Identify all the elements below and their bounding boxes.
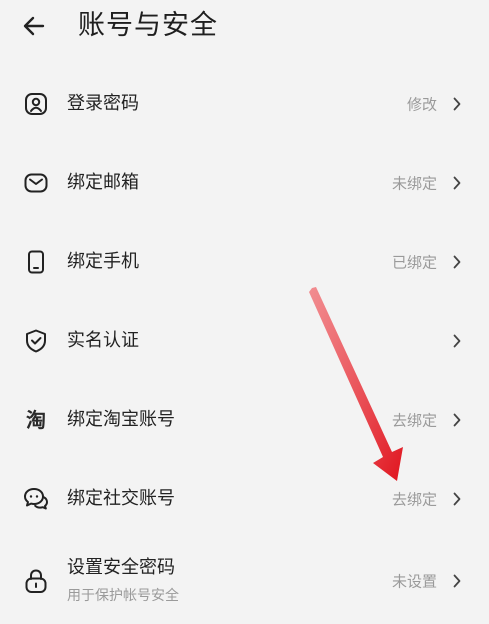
row-status: 未绑定 — [391, 174, 437, 192]
shield-check-icon — [26, 329, 46, 352]
row-status: 修改 — [406, 95, 437, 113]
chevron-right-icon — [453, 97, 461, 110]
chevron-right-icon — [453, 492, 461, 505]
row-status: 去绑定 — [391, 411, 437, 429]
chevron-right-icon — [453, 574, 461, 588]
settings-list: 登录密码 修改 绑定邮箱 未绑定 绑定手机 已绑定 实名认证 淘 绑定淘宝账号 … — [0, 64, 489, 624]
taobao-icon: 淘 — [26, 407, 46, 432]
row-label: 绑定社交账号 — [67, 487, 175, 509]
chevron-right-icon — [453, 334, 461, 347]
page-title: 账号与安全 — [78, 10, 218, 41]
row-bind-social[interactable]: 绑定社交账号 去绑定 — [0, 459, 489, 538]
chevron-right-icon — [453, 413, 461, 426]
row-label: 绑定邮箱 — [67, 171, 139, 193]
chevron-right-icon — [453, 176, 461, 189]
chevron-right-icon — [453, 255, 461, 268]
row-label: 实名认证 — [67, 329, 139, 351]
row-security-password[interactable]: 设置安全密码 用于保护帐号安全 未设置 — [0, 538, 489, 624]
row-label: 设置安全密码 — [67, 557, 175, 578]
row-label: 绑定淘宝账号 — [67, 408, 175, 430]
arrow-left-icon — [23, 16, 45, 36]
row-sublabel: 用于保护帐号安全 — [67, 588, 179, 604]
row-bind-phone[interactable]: 绑定手机 已绑定 — [0, 222, 489, 301]
header: 账号与安全 — [0, 0, 489, 56]
back-button[interactable] — [14, 6, 54, 46]
row-real-name[interactable]: 实名认证 — [0, 301, 489, 380]
row-status: 未设置 — [391, 572, 437, 591]
row-bind-email[interactable]: 绑定邮箱 未绑定 — [0, 143, 489, 222]
phone-icon — [28, 250, 44, 273]
envelope-icon — [24, 173, 48, 192]
row-login-password[interactable]: 登录密码 修改 — [0, 64, 489, 143]
row-label: 登录密码 — [67, 92, 139, 114]
row-label: 绑定手机 — [67, 250, 139, 272]
lock-icon — [25, 569, 47, 593]
row-status: 去绑定 — [391, 490, 437, 508]
row-status: 已绑定 — [391, 253, 437, 271]
row-bind-taobao[interactable]: 淘 绑定淘宝账号 去绑定 — [0, 380, 489, 459]
chat-bubbles-icon — [24, 487, 48, 509]
row-label-group: 设置安全密码 用于保护帐号安全 — [67, 556, 179, 606]
user-badge-icon — [25, 92, 47, 115]
